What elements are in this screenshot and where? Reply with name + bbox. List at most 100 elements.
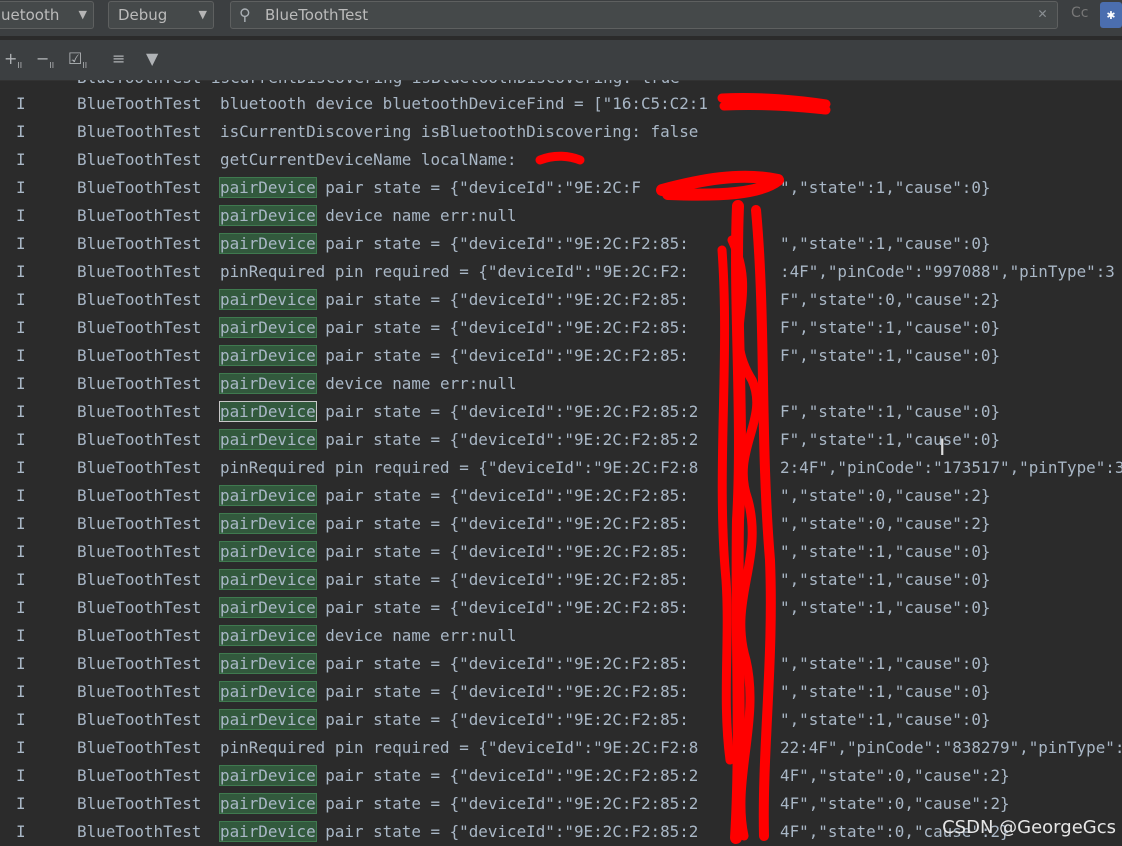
log-text-tail: :4F","pinCode":"997088","pinType":3 bbox=[780, 262, 1115, 281]
log-tag: BlueToothTest bbox=[77, 766, 202, 785]
remove-filter-icon[interactable]: −II bbox=[36, 49, 54, 75]
search-match-highlight: pairDevice bbox=[219, 765, 317, 786]
add-filter-icon[interactable]: +II bbox=[4, 49, 22, 75]
log-level: I bbox=[16, 542, 26, 561]
search-match-highlight: pairDevice bbox=[219, 625, 317, 646]
process-dropdown[interactable]: uetooth ▼ bbox=[0, 1, 94, 29]
log-level: I bbox=[16, 794, 26, 813]
chevron-down-icon: ▼ bbox=[78, 8, 87, 21]
log-text: pair state = {"deviceId":"9E:2C:F2:85: bbox=[315, 346, 689, 365]
log-method: isCurrentDiscovering bbox=[220, 122, 412, 141]
log-text: device name err:null bbox=[315, 206, 517, 225]
search-match-highlight: pairDevice bbox=[219, 317, 317, 338]
log-message: pairDevice pair state = {"deviceId":"9E:… bbox=[219, 818, 699, 846]
log-text: pair state = {"deviceId":"9E:2C:F2:85: bbox=[315, 542, 689, 561]
log-message: pairDevice pair state = {"deviceId":"9E:… bbox=[219, 762, 699, 790]
log-message: pairDevice pair state = {"deviceId":"9E:… bbox=[219, 538, 689, 566]
format-icon[interactable]: ≡ bbox=[112, 50, 125, 68]
log-method: pinRequired bbox=[220, 458, 326, 477]
log-text: pair state = {"deviceId":"9E:2C:F2:85: bbox=[315, 514, 689, 533]
logcat-toolbar: uetooth ▼ Debug ▼ ⚲ ✕ Cc ✱ bbox=[0, 0, 1122, 36]
log-level: I bbox=[16, 822, 26, 841]
log-level: I bbox=[16, 94, 26, 113]
search-match-highlight: pairDevice bbox=[219, 373, 317, 394]
search-field[interactable]: ⚲ ✕ bbox=[230, 1, 1058, 29]
log-tag: BlueToothTest bbox=[77, 738, 202, 757]
log-row[interactable]: I BlueToothTest pairDevice device name err… bbox=[0, 370, 1122, 398]
log-text: localName: bbox=[411, 150, 517, 169]
log-tag: BlueToothTest bbox=[77, 150, 202, 169]
log-tag: BlueToothTest bbox=[77, 234, 202, 253]
log-text-tail: F","state":1,"cause":0} bbox=[780, 402, 1001, 421]
log-level: I bbox=[16, 514, 26, 533]
text-cursor-icon: I bbox=[939, 436, 946, 461]
log-text: pair state = {"deviceId":"9E:2C:F2:85: bbox=[315, 486, 689, 505]
log-row[interactable]: I BlueToothTest isCurrentDiscovering isBlu… bbox=[0, 118, 1122, 146]
filter-icon[interactable]: ▼ bbox=[146, 50, 158, 68]
log-tag: BlueToothTest bbox=[77, 514, 202, 533]
search-match-highlight: pairDevice bbox=[219, 597, 317, 618]
log-text-tail: 1] bbox=[780, 94, 800, 113]
log-row[interactable]: I BlueToothTest getCurrentDeviceName local… bbox=[0, 146, 1122, 174]
log-message: pairDevice pair state = {"deviceId":"9E:… bbox=[219, 174, 641, 202]
log-tag: BlueToothTest bbox=[77, 374, 202, 393]
log-tag: BlueToothTest bbox=[77, 178, 202, 197]
log-text: device bluetoothDeviceFind = ["16:C5:C2:… bbox=[306, 94, 708, 113]
log-text-tail: ","state":1,"cause":0} bbox=[780, 654, 991, 673]
log-message: pairDevice pair state = {"deviceId":"9E:… bbox=[219, 594, 689, 622]
log-row[interactable]: I BlueToothTest pairDevice device name err… bbox=[0, 622, 1122, 650]
search-match-highlight: pairDevice bbox=[219, 653, 317, 674]
log-text: pair state = {"deviceId":"9E:2C:F2:85:2 bbox=[315, 766, 699, 785]
log-text: device name err:null bbox=[315, 626, 517, 645]
log-message: pairDevice device name err:null bbox=[219, 202, 517, 230]
log-message: pairDevice pair state = {"deviceId":"9E:… bbox=[219, 314, 689, 342]
search-match-highlight: pairDevice bbox=[219, 513, 317, 534]
log-text: pair state = {"deviceId":"9E:2C:F2:85:2 bbox=[315, 402, 699, 421]
log-message: pairDevice device name err:null bbox=[219, 370, 517, 398]
log-message: pairDevice pair state = {"deviceId":"9E:… bbox=[219, 482, 689, 510]
log-text-tail: ","state":0,"cause":2} bbox=[780, 486, 991, 505]
log-message: pinRequired pin required = {"deviceId":"… bbox=[220, 734, 698, 762]
log-level: I bbox=[16, 374, 26, 393]
log-level: I bbox=[16, 738, 26, 757]
search-input[interactable] bbox=[265, 4, 1025, 26]
log-text: pin required = {"deviceId":"9E:2C:F2: bbox=[325, 262, 689, 281]
log-level: I bbox=[16, 122, 26, 141]
log-message: pairDevice pair state = {"deviceId":"9E:… bbox=[219, 706, 689, 734]
log-message: pairDevice pair state = {"deviceId":"9E:… bbox=[219, 342, 689, 370]
log-tag: BlueToothTest bbox=[77, 206, 202, 225]
log-text-tail: ","state":1,"cause":0} bbox=[780, 682, 991, 701]
log-level-label: Debug bbox=[118, 6, 168, 24]
log-row[interactable]: I BlueToothTest pairDevice device name err… bbox=[0, 202, 1122, 230]
log-text: pair state = {"deviceId":"9E:2C:F2:85:2 bbox=[315, 430, 699, 449]
close-icon[interactable]: ✕ bbox=[1038, 4, 1047, 22]
log-text-tail: F","state":1,"cause":0} bbox=[780, 346, 1001, 365]
log-level: I bbox=[16, 430, 26, 449]
log-tag: BlueToothTest bbox=[77, 94, 202, 113]
log-tag: BlueToothTest bbox=[77, 654, 202, 673]
search-match-highlight: pairDevice bbox=[219, 429, 317, 450]
regex-icon[interactable]: ✱ bbox=[1100, 2, 1122, 28]
search-match-highlight: pairDevice bbox=[219, 569, 317, 590]
log-tag: BlueToothTest bbox=[77, 570, 202, 589]
log-tag: BlueToothTest bbox=[77, 794, 202, 813]
log-text-tail: F","state":1,"cause":0} bbox=[780, 318, 1001, 337]
match-case-toggle[interactable]: Cc bbox=[1071, 5, 1088, 21]
log-tag: BlueToothTest bbox=[77, 542, 202, 561]
log-tag: BlueToothTest bbox=[77, 682, 202, 701]
log-text: pair state = {"deviceId":"9E:2C:F2:85: bbox=[315, 570, 689, 589]
log-tag: BlueToothTest bbox=[77, 626, 202, 645]
log-text: pair state = {"deviceId":"9E:2C:F2:85:2 bbox=[315, 822, 699, 841]
log-message: pairDevice device name err:null bbox=[219, 622, 517, 650]
search-match-highlight: pairDevice bbox=[219, 205, 317, 226]
log-level-dropdown[interactable]: Debug ▼ bbox=[108, 1, 214, 29]
log-text-tail: ","state":0,"cause":2} bbox=[780, 514, 991, 533]
log-message: pairDevice pair state = {"deviceId":"9E:… bbox=[219, 566, 689, 594]
log-output[interactable]: BlueToothTest isCurrentDiscovering isBlu… bbox=[0, 80, 1122, 846]
log-level: I bbox=[16, 206, 26, 225]
log-level: I bbox=[16, 626, 26, 645]
log-message: pinRequired pin required = {"deviceId":"… bbox=[220, 454, 698, 482]
log-message: pairDevice pair state = {"deviceId":"9E:… bbox=[219, 286, 689, 314]
checked-filter-icon[interactable]: ☑II bbox=[68, 49, 87, 75]
watermark: CSDN @GeorgeGcs bbox=[942, 817, 1116, 838]
